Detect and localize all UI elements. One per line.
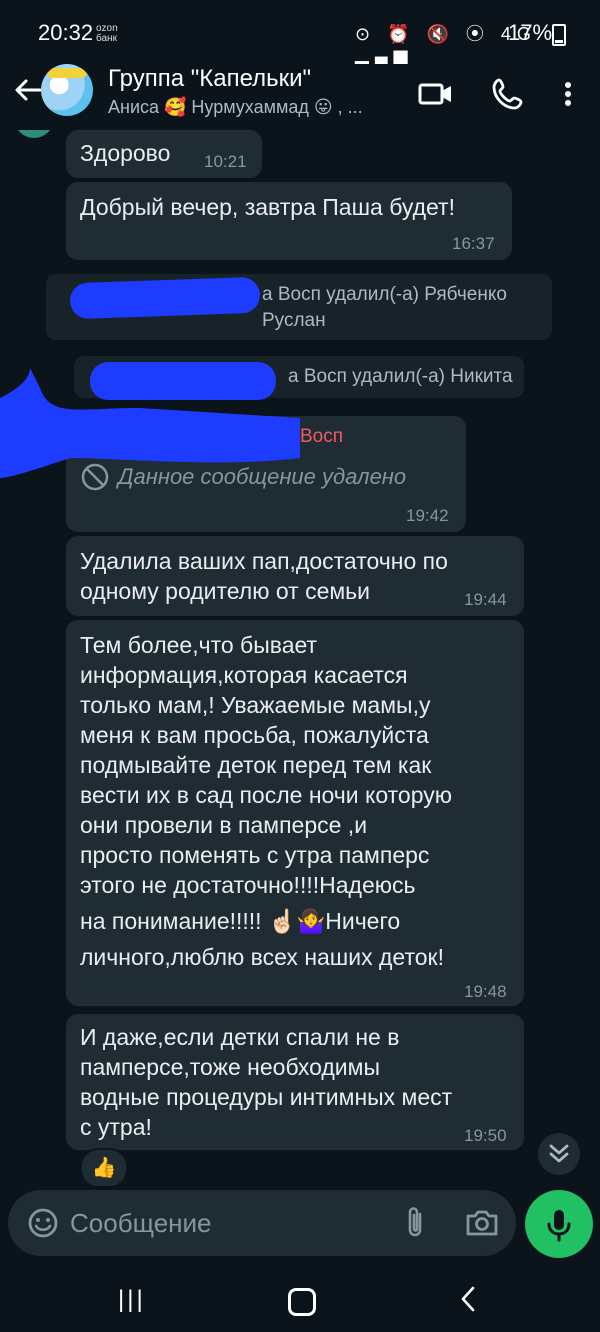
- message-line: просто поменять с утра памперс: [80, 842, 430, 868]
- chat-header: Группа "Капельки" Аниса 🥰 Нурмухаммад 😛 …: [0, 64, 600, 130]
- voice-record-button[interactable]: [525, 1190, 593, 1258]
- group-members[interactable]: Аниса 🥰 Нурмухаммад 😛 , ...: [108, 97, 363, 118]
- more-vertical-icon: [565, 82, 571, 106]
- status-bar: 20:32 ozon банк ⊙ ⏰ 🔇 ⦿ 4G ▂▄▆ 17%: [0, 0, 600, 66]
- microphone-icon: [547, 1210, 571, 1242]
- message-time: 19:48: [464, 982, 507, 1001]
- reaction-thumbs-up[interactable]: 👍: [80, 1148, 128, 1188]
- scroll-down-button[interactable]: [538, 1133, 580, 1175]
- message-bubble[interactable]: Добрый вечер, завтра Паша будет! 16:37: [66, 182, 512, 260]
- camera-button[interactable]: [464, 1206, 500, 1240]
- message-text: Здорово: [80, 140, 171, 166]
- redaction-scribble: [69, 276, 261, 320]
- message-time: 10:21: [204, 152, 247, 171]
- message-line: Тем более,что бывает: [80, 632, 318, 658]
- nav-back-button[interactable]: [458, 1284, 478, 1322]
- video-camera-icon: [418, 83, 451, 105]
- home-button[interactable]: [288, 1288, 316, 1316]
- message-line: вести их в сад после ночи которую: [80, 782, 452, 808]
- message-line: информация,которая касается: [80, 662, 408, 688]
- message-line: личного,люблю всех наших деток!: [80, 944, 444, 970]
- message-line: они провели в памперсе ,и: [80, 812, 368, 838]
- message-text: И даже,если детки спали не в памперсе,то…: [80, 1022, 520, 1142]
- ozon-bank-icon: ozon банк: [96, 24, 118, 44]
- message-bubble[interactable]: И даже,если детки спали не в памперсе,то…: [66, 1014, 524, 1150]
- message-line: на понимание!!!!! ☝🏻🤷‍♀️Ничего: [80, 908, 401, 934]
- message-text: Удалила ваших пап,достаточно по одному р…: [80, 548, 448, 604]
- recent-apps-button[interactable]: |||: [118, 1286, 146, 1314]
- voice-call-button[interactable]: [486, 72, 530, 116]
- message-text: Добрый вечер, завтра Паша будет!: [80, 194, 455, 220]
- message-time: 19:44: [464, 590, 507, 609]
- chevron-left-icon: [461, 1286, 475, 1312]
- status-time: 20:32: [38, 20, 94, 45]
- message-line: меня к вам просьба, пожалуйста: [80, 722, 429, 748]
- message-line: И даже,если детки спали не в: [80, 1024, 400, 1050]
- message-line: этого не достаточно!!!!Надеюсь: [80, 872, 416, 898]
- message-time: 19:42: [406, 506, 449, 525]
- group-avatar[interactable]: [41, 64, 93, 116]
- message-line: только мам,! Уважаемые мамы,у: [80, 692, 431, 718]
- message-time: 19:50: [464, 1126, 507, 1145]
- double-chevron-down-icon: [549, 1144, 569, 1163]
- message-input[interactable]: Сообщение: [70, 1208, 212, 1239]
- group-title[interactable]: Группа "Капельки": [108, 65, 311, 93]
- message-bubble[interactable]: Удалила ваших пап,достаточно по одному р…: [66, 536, 524, 616]
- message-text: Тем более,что бывает информация,которая …: [80, 630, 520, 972]
- paperclip-icon: [408, 1207, 422, 1237]
- message-line: памперсе,тоже необходимы: [80, 1054, 380, 1080]
- redaction-scribble: [0, 368, 300, 478]
- smiley-icon: [28, 1208, 58, 1238]
- message-line: с утра!: [80, 1114, 152, 1140]
- attach-button[interactable]: [400, 1204, 432, 1242]
- camera-icon: [466, 1210, 498, 1236]
- emoji-button[interactable]: [26, 1206, 60, 1240]
- bank-label: банк: [96, 33, 117, 44]
- sender-avatar: [14, 130, 54, 138]
- message-time: 16:37: [452, 234, 495, 253]
- arrow-left-icon: [15, 79, 42, 101]
- system-notice-text: а Восп удалил(-а) Никита: [288, 366, 513, 387]
- system-nav-bar: |||: [0, 1262, 600, 1332]
- battery-percent: 17%: [508, 20, 553, 45]
- video-call-button[interactable]: [414, 72, 458, 116]
- phone-icon: [492, 78, 523, 110]
- message-bubble[interactable]: Тем более,что бывает информация,которая …: [66, 620, 524, 1006]
- more-options-button[interactable]: [546, 72, 590, 116]
- message-bubble[interactable]: Здорово 10:21: [66, 130, 262, 178]
- message-composer: Сообщение: [8, 1190, 516, 1256]
- message-line: подмывайте деток перед тем как: [80, 752, 432, 778]
- battery-icon: [552, 24, 566, 46]
- system-notice-text: а Восп удалил(-а) Рябченко Руслан: [262, 284, 507, 331]
- message-list[interactable]: Здорово 10:21 Добрый вечер, завтра Паша …: [0, 130, 600, 1190]
- message-line: водные процедуры интимных мест: [80, 1084, 453, 1110]
